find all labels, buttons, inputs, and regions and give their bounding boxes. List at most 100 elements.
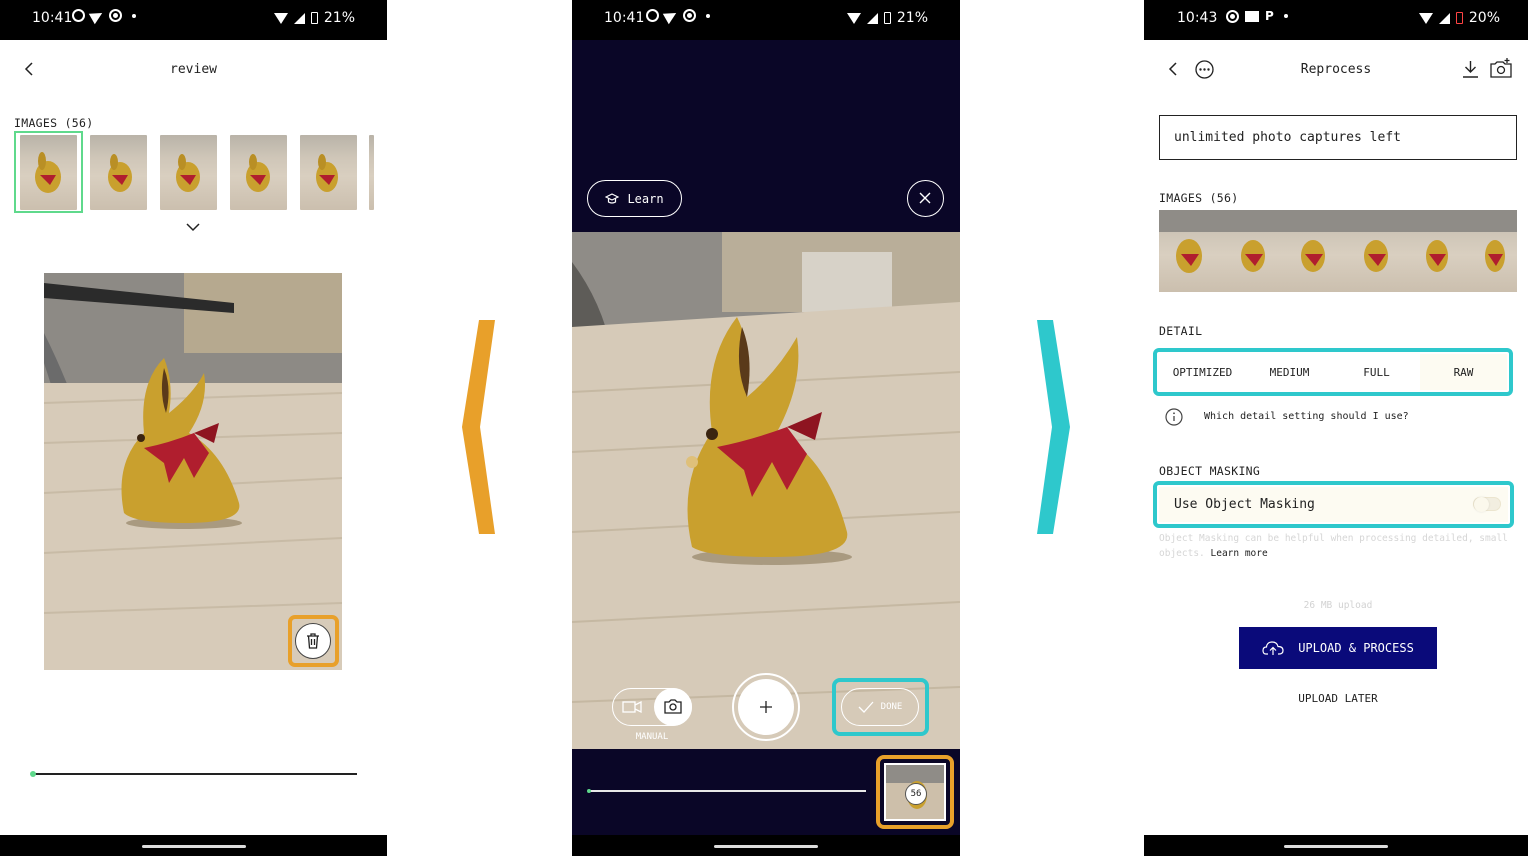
navigation-bar	[0, 835, 387, 856]
done-button[interactable]: DONE	[841, 688, 919, 726]
status-time: 10:41	[604, 10, 645, 26]
upload-size: 26 MB upload	[1303, 600, 1373, 611]
detail-option-raw[interactable]: RAW	[1420, 354, 1507, 390]
thumbnail[interactable]	[230, 135, 287, 210]
notification-icons	[72, 7, 136, 24]
system-icons: 21%	[273, 10, 355, 26]
dot-icon	[132, 13, 136, 18]
signal-icon	[1438, 12, 1450, 24]
strip-thumbnail[interactable]	[1345, 210, 1407, 292]
thumbnail[interactable]	[90, 135, 147, 210]
capture-progress-track	[588, 790, 866, 792]
camera-icon	[664, 699, 682, 714]
left-chevron-arrow-icon	[462, 320, 495, 534]
captures-banner-text: unlimited photo captures left	[1174, 130, 1401, 145]
status-bar: 10:43 P 20%	[1144, 0, 1528, 40]
record-icon	[109, 9, 122, 22]
review-screen: 10:41 21% review IMAGES (56)	[0, 0, 387, 856]
chevron-down-icon[interactable]	[185, 221, 201, 233]
progress-start-marker	[30, 771, 36, 777]
detail-option-optimized[interactable]: OPTIMIZED	[1159, 354, 1246, 390]
strip-thumbnail[interactable]	[1469, 210, 1517, 292]
info-icon[interactable]	[1165, 408, 1183, 426]
record-icon	[683, 9, 696, 22]
strip-thumbnail[interactable]	[1159, 210, 1221, 292]
thumbnail[interactable]	[300, 135, 357, 210]
masking-description: Object Masking can be helpful when proce…	[1159, 531, 1514, 561]
detail-label: DETAIL	[1159, 324, 1203, 338]
status-time: 10:43	[1177, 10, 1218, 26]
thumbnail[interactable]	[20, 135, 77, 210]
strip-thumbnail[interactable]	[1283, 210, 1345, 292]
strip-thumbnail[interactable]	[1221, 210, 1283, 292]
detail-option-label: OPTIMIZED	[1172, 365, 1233, 379]
masking-toggle[interactable]	[1473, 497, 1501, 512]
gallery-thumbnail-button[interactable]: 56	[884, 763, 946, 821]
detail-option-label: MEDIUM	[1269, 365, 1310, 379]
reprocess-screen: 10:43 P 20% Reprocess unlimited photo ca…	[1144, 0, 1528, 856]
home-indicator[interactable]	[1284, 845, 1388, 848]
manual-label: MANUAL	[635, 732, 669, 742]
shutter-button[interactable]	[738, 679, 794, 735]
battery-percent: 21%	[896, 10, 928, 26]
learn-button[interactable]: Learn	[587, 180, 682, 217]
dot-icon	[706, 13, 710, 18]
capture-count: 56	[910, 789, 922, 799]
status-bar: 10:41 21%	[0, 0, 387, 40]
thumbnail[interactable]	[369, 135, 374, 210]
graduation-cap-icon	[605, 192, 620, 204]
detail-help-link[interactable]: Which detail setting should I use?	[1204, 411, 1409, 422]
status-time: 10:41	[32, 10, 73, 26]
battery-percent: 20%	[1468, 10, 1500, 26]
captures-banner: unlimited photo captures left	[1159, 115, 1517, 160]
learn-label: Learn	[627, 191, 664, 206]
signal-icon	[293, 12, 305, 24]
telegram-icon	[662, 7, 680, 24]
plus-icon	[760, 701, 772, 713]
navigation-bar	[1144, 835, 1528, 856]
capture-mode-toggle[interactable]	[612, 688, 692, 726]
page-title: review	[170, 62, 217, 77]
detail-option-full[interactable]: FULL	[1333, 354, 1420, 390]
camera-screen: 10:41 21% Learn MANUAL DONE 56	[572, 0, 960, 856]
right-chevron-arrow-icon	[1037, 320, 1070, 534]
learn-more-link[interactable]: Learn more	[1211, 548, 1268, 559]
delete-button[interactable]	[295, 623, 331, 659]
image-strip[interactable]	[1159, 210, 1517, 292]
whatsapp-icon	[646, 9, 659, 22]
video-icon	[622, 700, 642, 714]
toggle-knob	[1474, 497, 1489, 512]
progress-track	[32, 773, 357, 775]
detail-option-label: FULL	[1363, 365, 1390, 379]
masking-row[interactable]: Use Object Masking	[1159, 487, 1508, 522]
done-label: DONE	[880, 702, 903, 712]
thumbnail[interactable]	[160, 135, 217, 210]
detail-selector[interactable]: OPTIMIZED MEDIUM FULL RAW	[1159, 354, 1507, 390]
home-indicator[interactable]	[141, 845, 246, 848]
signal-icon	[866, 12, 878, 24]
home-indicator[interactable]	[714, 845, 818, 848]
camera-mode-button[interactable]	[654, 688, 692, 726]
wifi-icon	[1418, 12, 1433, 24]
images-label: IMAGES (56)	[1159, 191, 1239, 205]
navigation-bar	[572, 835, 960, 856]
thumbnail-strip	[14, 131, 374, 213]
camera-add-icon[interactable]	[1490, 58, 1512, 78]
system-icons: 21%	[846, 10, 928, 26]
strip-thumbnail[interactable]	[1407, 210, 1469, 292]
capture-count-badge: 56	[905, 783, 927, 805]
telegram-icon	[88, 7, 106, 24]
upload-process-button[interactable]: UPLOAD & PROCESS	[1239, 627, 1437, 669]
battery-icon	[310, 12, 318, 24]
camera-viewfinder[interactable]	[572, 232, 960, 749]
download-icon[interactable]	[1462, 60, 1479, 79]
close-button[interactable]	[907, 180, 944, 217]
system-icons: 20%	[1418, 10, 1500, 26]
battery-percent: 21%	[323, 10, 355, 26]
upload-later-button[interactable]: UPLOAD LATER	[1144, 692, 1528, 705]
status-bar: 10:41 21%	[572, 0, 960, 40]
detail-option-label: RAW	[1453, 365, 1474, 379]
notification-icons	[646, 7, 710, 24]
preview-image	[44, 273, 342, 670]
detail-option-medium[interactable]: MEDIUM	[1246, 354, 1333, 390]
